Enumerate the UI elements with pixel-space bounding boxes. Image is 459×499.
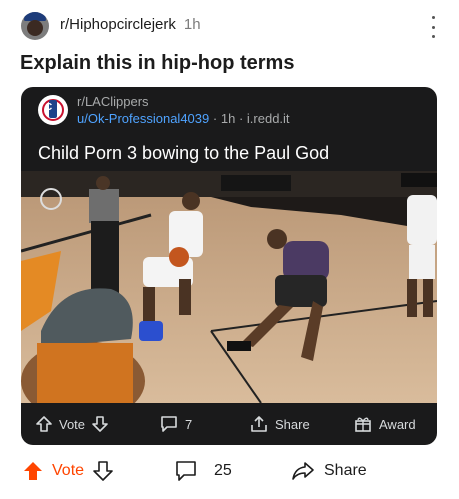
meta-separator: · (238, 111, 244, 126)
crosspost-award[interactable]: Award (353, 415, 416, 433)
crosspost-title[interactable]: Child Porn 3 bowing to the Paul God (38, 143, 329, 164)
crosspost-action-bar: Vote 7 Share Award (21, 403, 437, 445)
downvote-arrow-icon[interactable] (92, 460, 114, 482)
post-vote[interactable]: Vote (22, 460, 114, 482)
crosspost-card[interactable]: C r/LAClippers u/Ok-Professional4039 · 1… (21, 87, 437, 445)
post-vote-label: Vote (52, 462, 85, 479)
crosspost-comments[interactable]: 7 (159, 415, 192, 433)
crosspost-domain[interactable]: i.redd.it (247, 111, 290, 126)
share-arrow-icon (292, 462, 314, 480)
basketball-scene-image (21, 171, 437, 403)
crosspost-header: C r/LAClippers u/Ok-Professional4039 · 1… (21, 87, 437, 171)
crosspost-comment-count: 7 (185, 416, 193, 432)
subreddit-line: r/Hiphopcirclejerk 1h (60, 16, 201, 33)
crosspost-meta: u/Ok-Professional4039 · 1h · i.redd.it (77, 111, 290, 126)
crosspost-share-label: Share (275, 416, 310, 432)
downvote-arrow-icon[interactable] (91, 415, 109, 433)
upvote-arrow-icon[interactable] (22, 460, 44, 482)
subreddit-name[interactable]: r/Hiphopcirclejerk (60, 16, 176, 33)
post-action-bar: Vote 25 Share (0, 446, 459, 499)
more-options-icon[interactable] (426, 16, 440, 38)
crosspost-award-label: Award (379, 416, 416, 432)
post-header: r/Hiphopcirclejerk 1h (0, 0, 459, 48)
post-share[interactable]: Share (290, 460, 367, 482)
crosspost-age: 1h (220, 111, 236, 126)
crosspost-share[interactable]: Share (249, 415, 310, 433)
award-gift-icon (355, 417, 371, 432)
crosspost-user[interactable]: u/Ok-Professional4039 (77, 111, 209, 126)
crosspost-vote-label: Vote (59, 416, 86, 432)
crosspost-subreddit[interactable]: r/LAClippers (77, 94, 149, 109)
post-comment-count: 25 (214, 462, 232, 479)
post-age: 1h (183, 16, 201, 33)
comment-bubble-icon (161, 416, 177, 432)
post-title[interactable]: Explain this in hip-hop terms (20, 52, 294, 75)
basketball-video-frame[interactable] (21, 171, 437, 403)
post-comments[interactable]: 25 (174, 460, 232, 482)
crosspost-vote[interactable]: Vote (35, 415, 109, 433)
comment-bubble-icon (176, 461, 196, 481)
subreddit-avatar[interactable] (21, 12, 49, 40)
share-icon (251, 416, 267, 432)
clippers-logo-icon[interactable]: C (38, 95, 68, 125)
upvote-arrow-icon[interactable] (35, 415, 53, 433)
meta-separator: · (212, 111, 218, 126)
post-share-label: Share (324, 462, 367, 479)
